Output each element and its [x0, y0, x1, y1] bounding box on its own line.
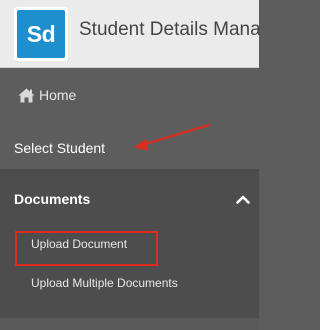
- documents-section: Documents Upload Document Upload Multipl…: [0, 174, 259, 318]
- app-logo[interactable]: Sd: [14, 7, 68, 61]
- sidebar-item-label: Upload Multiple Documents: [31, 276, 178, 290]
- app-header: Sd Student Details Mana: [0, 0, 261, 68]
- chevron-up-icon[interactable]: [236, 194, 250, 204]
- logo-badge: Sd: [17, 10, 65, 58]
- sidebar-item-home[interactable]: Home: [0, 68, 259, 124]
- documents-header[interactable]: Documents: [14, 191, 90, 207]
- sidebar-item-label: Select Student: [14, 140, 106, 156]
- sidebar-item-select-student[interactable]: Select Student: [0, 124, 259, 169]
- sidebar-item-label: Home: [39, 87, 77, 103]
- sidebar-item-label: Upload Document: [31, 237, 128, 251]
- home-icon: [18, 88, 35, 103]
- app-title: Student Details Mana: [79, 19, 261, 40]
- sidebar-item-upload-document[interactable]: Upload Document: [0, 229, 259, 259]
- sidebar-item-upload-multiple-documents[interactable]: Upload Multiple Documents: [0, 268, 259, 298]
- sidebar-footer: [0, 318, 259, 330]
